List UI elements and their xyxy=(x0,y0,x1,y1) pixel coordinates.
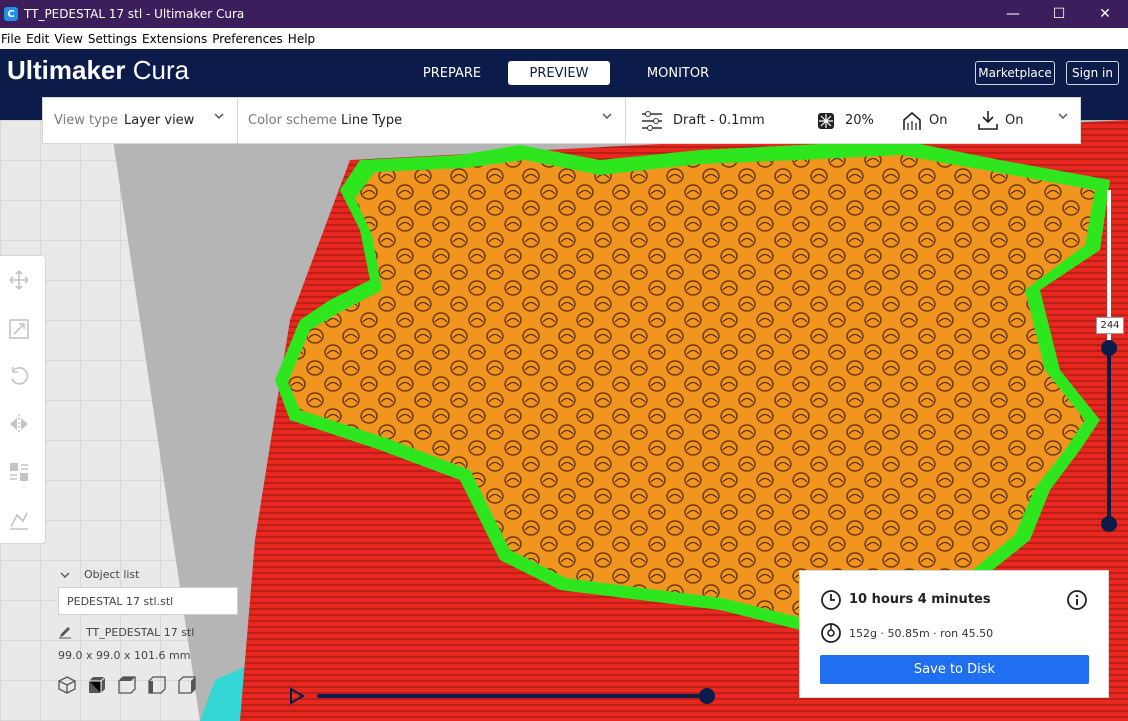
menu-settings[interactable]: Settings xyxy=(83,32,141,46)
top-view-icon[interactable] xyxy=(118,676,136,694)
print-profile[interactable]: Draft - 0.1mm xyxy=(673,113,765,128)
object-list-item[interactable]: PEDESTAL 17 stl.stl xyxy=(58,587,238,615)
info-icon[interactable] xyxy=(1066,589,1088,615)
print-info-panel: 10 hours 4 minutes 152g · 50.85m · ron 4… xyxy=(799,570,1109,698)
adhesion-value[interactable]: On xyxy=(1005,113,1023,128)
front-view-icon[interactable] xyxy=(88,676,106,694)
filament-spool-icon xyxy=(820,622,842,648)
infill-icon xyxy=(817,112,835,134)
close-button[interactable]: ✕ xyxy=(1082,0,1128,28)
3d-view-icon[interactable] xyxy=(58,676,76,694)
menu-help[interactable]: Help xyxy=(283,32,319,46)
maximize-button[interactable]: ☐ xyxy=(1036,0,1082,28)
support-blocker-icon[interactable] xyxy=(8,509,30,531)
layer-slider-track-active[interactable] xyxy=(1107,348,1111,524)
menu-extensions[interactable]: Extensions xyxy=(137,32,211,46)
chevron-down-icon[interactable] xyxy=(601,110,613,126)
brand-name-bold: Ultimaker xyxy=(7,55,126,85)
tab-prepare[interactable]: PREPARE xyxy=(410,61,494,85)
cura-app-icon: C xyxy=(4,7,18,21)
path-slider-handle[interactable] xyxy=(699,688,715,704)
window-title: TT_PEDESTAL 17 stl - Ultimaker Cura xyxy=(24,7,245,21)
brand-logo: Ultimaker Cura xyxy=(7,55,189,86)
support-value[interactable]: On xyxy=(929,113,947,128)
menu-preferences[interactable]: Preferences xyxy=(207,32,287,46)
left-view-icon[interactable] xyxy=(148,676,166,694)
object-dimensions: 99.0 x 99.0 x 101.6 mm xyxy=(58,649,191,662)
brand-name-light: Cura xyxy=(132,55,190,85)
current-layer-input[interactable]: 244 xyxy=(1096,317,1124,334)
path-slider-track[interactable] xyxy=(317,694,709,698)
path-slider[interactable] xyxy=(285,684,725,708)
chevron-down-icon[interactable] xyxy=(213,110,225,126)
tool-sidebar xyxy=(0,255,46,544)
object-name-row[interactable]: TT_PEDESTAL 17 stl xyxy=(58,625,278,639)
menu-bar: File Edit View Settings Extensions Prefe… xyxy=(0,28,1128,49)
layer-slider-upper-handle[interactable] xyxy=(1101,340,1117,356)
view-type-label: View type xyxy=(54,113,119,128)
right-view-icon[interactable] xyxy=(178,676,196,694)
print-time: 10 hours 4 minutes xyxy=(849,592,991,607)
view-settings-bar: View type Layer view Color scheme Line T… xyxy=(42,97,1081,144)
mirror-icon[interactable] xyxy=(8,413,30,435)
clock-icon xyxy=(820,589,842,615)
divider xyxy=(237,98,238,143)
layer-slider[interactable] xyxy=(1098,186,1122,536)
marketplace-button[interactable]: Marketplace xyxy=(975,61,1055,85)
tab-preview[interactable]: PREVIEW xyxy=(508,61,610,85)
sign-in-button[interactable]: Sign in xyxy=(1066,61,1119,85)
chevron-down-icon[interactable] xyxy=(1057,110,1069,126)
divider xyxy=(625,98,626,143)
object-name: TT_PEDESTAL 17 stl xyxy=(86,625,195,639)
pencil-icon[interactable] xyxy=(58,625,72,639)
move-icon[interactable] xyxy=(8,269,30,291)
view-type-select[interactable]: Layer view xyxy=(124,113,194,128)
title-bar: C TT_PEDESTAL 17 stl - Ultimaker Cura — … xyxy=(0,0,1128,28)
sliders-icon xyxy=(640,109,664,137)
per-model-settings-icon[interactable] xyxy=(8,461,30,483)
object-list-toggle[interactable]: Object list xyxy=(60,568,278,581)
minimize-button[interactable]: — xyxy=(990,0,1036,28)
object-list-header: Object list xyxy=(84,568,140,581)
color-scheme-label: Color scheme xyxy=(248,113,337,128)
layer-slider-lower-handle[interactable] xyxy=(1101,516,1117,532)
window-controls: — ☐ ✕ xyxy=(990,0,1128,28)
stage-tabs: PREPARE PREVIEW MONITOR xyxy=(410,61,728,85)
material-usage: 152g · 50.85m · ron 45.50 xyxy=(849,627,994,640)
save-to-disk-button[interactable]: Save to Disk xyxy=(820,655,1089,684)
color-scheme-select[interactable]: Line Type xyxy=(341,113,402,128)
tab-monitor[interactable]: MONITOR xyxy=(628,61,728,85)
infill-value[interactable]: 20% xyxy=(845,113,874,128)
support-icon xyxy=(901,110,923,136)
play-icon[interactable] xyxy=(290,687,305,705)
scale-icon[interactable] xyxy=(8,318,30,340)
chevron-down-icon xyxy=(60,572,70,578)
camera-view-buttons xyxy=(58,676,278,694)
menu-view[interactable]: View xyxy=(49,32,86,46)
adhesion-icon xyxy=(977,109,999,135)
rotate-icon[interactable] xyxy=(8,365,30,387)
object-list-panel: Object list PEDESTAL 17 stl.stl TT_PEDES… xyxy=(58,568,278,694)
